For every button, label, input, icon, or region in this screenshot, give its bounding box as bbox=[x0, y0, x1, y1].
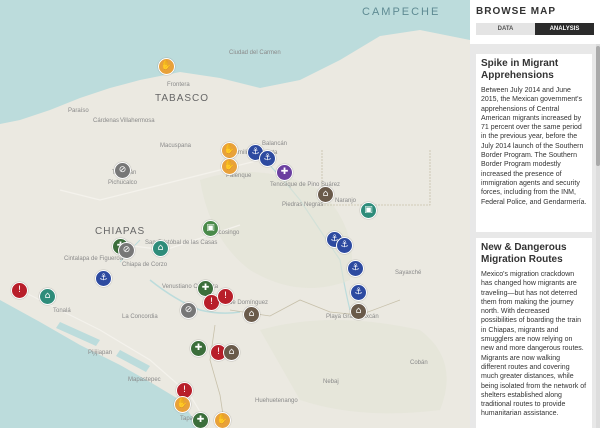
analysis-card-apprehensions: Spike in Migrant Apprehensions Between J… bbox=[476, 54, 592, 232]
label-tonala: Tonalá bbox=[53, 308, 71, 314]
label-naranjo: Naranjo bbox=[335, 198, 357, 204]
tab-data[interactable]: DATA bbox=[476, 23, 535, 35]
label-frontera: Frontera bbox=[167, 82, 190, 88]
card-body: Between July 2014 and June 2015, the Mex… bbox=[481, 87, 587, 206]
label-pichucalco: Pichucalco bbox=[108, 180, 138, 186]
hand-icon[interactable]: ✋ bbox=[221, 158, 238, 175]
label-huehuetenango: Huehuetenango bbox=[255, 398, 298, 404]
anchor-icon[interactable]: ⚓ bbox=[95, 270, 112, 287]
warning-icon[interactable]: ! bbox=[11, 282, 28, 299]
label-sayaxche: Sayaxché bbox=[395, 270, 422, 276]
home-icon[interactable]: ⌂ bbox=[152, 240, 169, 257]
train-icon[interactable]: ▣ bbox=[360, 202, 377, 219]
label-macuspana: Macuspana bbox=[160, 143, 192, 149]
label-balancan: Balancán bbox=[262, 141, 288, 147]
analysis-card-routes: New & Dangerous Migration Routes Mexico'… bbox=[476, 238, 592, 428]
label-tabasco: TABASCO bbox=[155, 93, 210, 104]
label-piedras-negras: Piedras Negras bbox=[282, 202, 324, 208]
label-cardenas: Cárdenas bbox=[93, 118, 120, 124]
sidebar-scrollbar-thumb[interactable] bbox=[596, 46, 600, 166]
label-chiapa-de-corzo: Chiapa de Corzo bbox=[122, 262, 168, 268]
label-cintalapa: Cintalapa de Figueroa bbox=[64, 256, 124, 262]
label-campeche: CAMPECHE bbox=[362, 6, 441, 18]
label-paraiso: Paraíso bbox=[68, 108, 89, 114]
label-nebaj: Nebaj bbox=[323, 379, 339, 385]
card-heading: New & Dangerous Migration Routes bbox=[481, 242, 567, 265]
label-chiapas: CHIAPAS bbox=[95, 226, 146, 237]
prohibited-icon[interactable]: ⊘ bbox=[114, 162, 131, 179]
shelter-icon[interactable]: ⌂ bbox=[243, 306, 260, 323]
shelter-icon[interactable]: ⌂ bbox=[317, 186, 334, 203]
hospital-icon[interactable]: ✚ bbox=[276, 164, 293, 181]
label-pijijiapan: Pijijiapan bbox=[88, 350, 113, 356]
prohibited-icon[interactable]: ⊘ bbox=[118, 242, 135, 259]
card-body: Mexico's migration crackdown has changed… bbox=[481, 271, 587, 418]
cross-icon[interactable]: ✚ bbox=[192, 412, 209, 428]
hand-icon[interactable]: ✋ bbox=[214, 412, 231, 428]
label-coban: Cobán bbox=[410, 360, 428, 366]
anchor-icon[interactable]: ⚓ bbox=[336, 237, 353, 254]
anchor-icon[interactable]: ⚓ bbox=[347, 260, 364, 277]
shelter-icon[interactable]: ⌂ bbox=[350, 303, 367, 320]
prohibited-icon[interactable]: ⊘ bbox=[180, 302, 197, 319]
label-ciudad-del-carmen: Ciudad del Carmen bbox=[229, 50, 281, 56]
map-panel[interactable]: CAMPECHE TABASCO CHIAPAS Ciudad del Carm… bbox=[0, 0, 470, 428]
label-la-concordia: La Concordia bbox=[122, 314, 158, 320]
tab-bar: DATA ANALYSIS bbox=[476, 23, 594, 35]
hand-icon[interactable]: ✋ bbox=[221, 142, 238, 159]
analysis-content: Spike in Migrant Apprehensions Between J… bbox=[470, 44, 600, 428]
label-mapastepec: Mapastepec bbox=[128, 377, 161, 383]
hand-icon[interactable]: ✋ bbox=[158, 58, 175, 75]
shelter-icon[interactable]: ⌂ bbox=[223, 344, 240, 361]
hand-icon[interactable]: ✋ bbox=[174, 396, 191, 413]
sidebar-panel: BROWSE MAP DATA ANALYSIS Spike in Migran… bbox=[470, 0, 600, 428]
map-basemap bbox=[0, 0, 470, 428]
tab-analysis[interactable]: ANALYSIS bbox=[535, 23, 594, 35]
cross-icon[interactable]: ✚ bbox=[190, 340, 207, 357]
warning-icon[interactable]: ! bbox=[217, 288, 234, 305]
card-heading: Spike in Migrant Apprehensions bbox=[481, 58, 559, 81]
home-icon[interactable]: ⌂ bbox=[39, 288, 56, 305]
train-icon[interactable]: ▣ bbox=[202, 220, 219, 237]
label-villahermosa: Villahermosa bbox=[120, 118, 155, 124]
sidebar-title: BROWSE MAP bbox=[476, 6, 556, 17]
anchor-icon[interactable]: ⚓ bbox=[350, 284, 367, 301]
anchor-icon[interactable]: ⚓ bbox=[259, 150, 276, 167]
